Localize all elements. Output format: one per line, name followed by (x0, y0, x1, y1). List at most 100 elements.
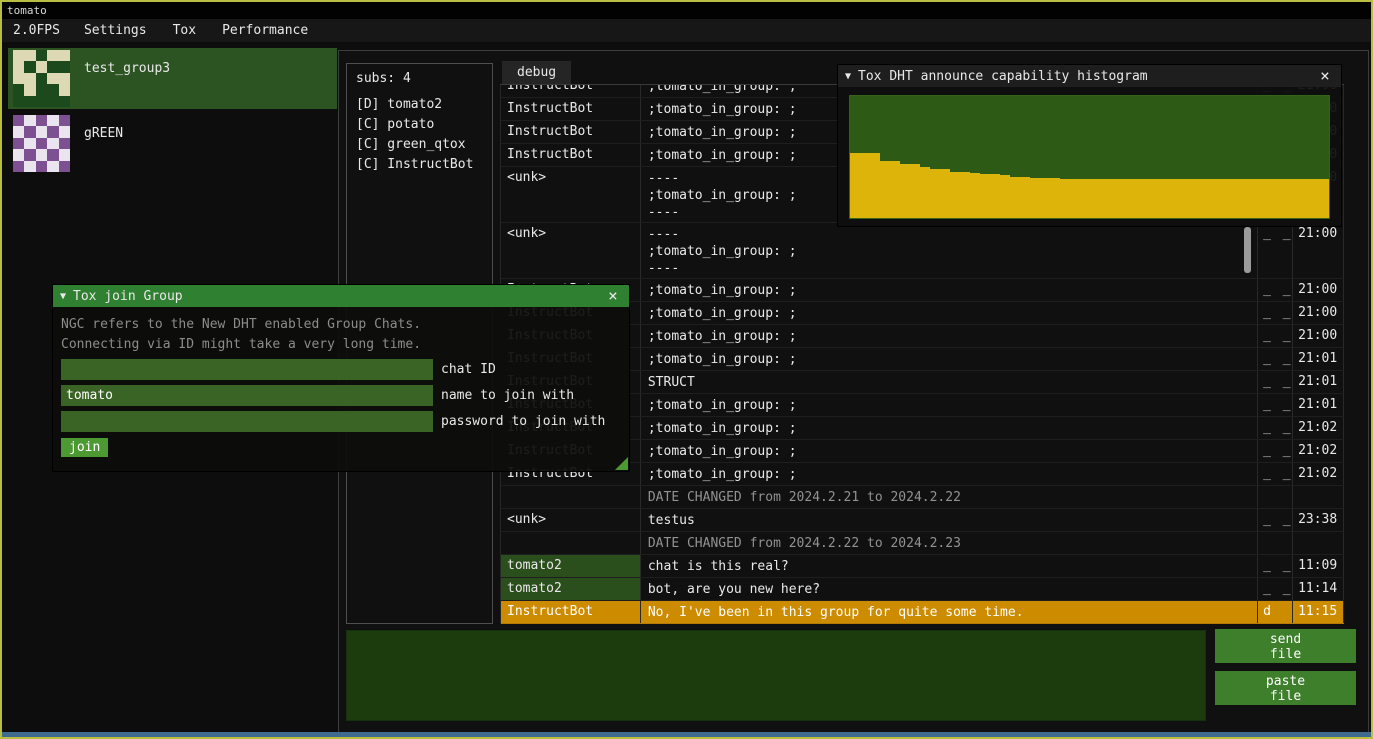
join-window-title: Tox join Group (73, 289, 597, 304)
histogram-bar (1249, 179, 1259, 218)
close-icon[interactable]: × (604, 287, 622, 305)
message-row[interactable]: tomato2bot, are you new here?_ _11:14 (501, 578, 1344, 601)
system-row: DATE CHANGED from 2024.2.21 to 2024.2.22 (501, 486, 1344, 509)
histogram-bar (1040, 178, 1050, 218)
histogram-bar (850, 153, 860, 218)
chat-scrollbar[interactable] (1244, 227, 1251, 273)
subs-member[interactable]: [C] potato (356, 115, 492, 135)
message-row[interactable]: <unk>testus_ _23:38 (501, 509, 1344, 532)
histogram-bar (940, 169, 950, 218)
chat-id-label: chat ID (441, 362, 496, 377)
histogram-bar (1239, 179, 1249, 218)
histogram-bar (1060, 179, 1070, 218)
subs-member[interactable]: [C] InstructBot (356, 155, 492, 175)
histogram-bar (1319, 179, 1329, 218)
histogram-bar (1189, 179, 1199, 218)
histogram-bar (1000, 175, 1010, 218)
sender-name-cell: <unk> (501, 509, 641, 531)
histogram-window-title: Tox DHT announce capability histogram (858, 69, 1309, 84)
join-password-input[interactable] (61, 411, 433, 432)
close-icon[interactable]: × (1316, 67, 1334, 85)
paste-file-button[interactable]: pastefile (1215, 671, 1356, 705)
histogram-bar (1179, 179, 1189, 218)
status-cell: _ _ (1258, 440, 1293, 462)
message-cell: ;tomato_in_group: ; (641, 325, 1258, 347)
menu-item-tox[interactable]: Tox (160, 23, 209, 38)
time-cell (1293, 532, 1344, 554)
sender-name-cell: InstructBot (501, 85, 641, 97)
menu-item-settings[interactable]: Settings (71, 23, 160, 38)
subs-member[interactable]: [C] green_qtox (356, 135, 492, 155)
menu-bar: 2.0FPS SettingsToxPerformance (2, 19, 1371, 42)
status-cell: _ _ (1258, 302, 1293, 324)
histogram-bar (880, 161, 890, 218)
time-cell: 11:15 (1293, 601, 1344, 623)
resize-grip[interactable] (615, 457, 628, 470)
join-button[interactable]: join (61, 438, 108, 457)
status-cell: _ _ (1258, 463, 1293, 485)
histogram-bar (860, 153, 870, 218)
histogram-bar (1259, 179, 1269, 218)
join-name-label: name to join with (441, 388, 574, 403)
histogram-bar (1140, 179, 1150, 218)
time-cell: 21:00 (1293, 279, 1344, 301)
join-name-input[interactable] (61, 385, 433, 406)
histogram-bar (870, 153, 880, 218)
join-titlebar[interactable]: ▼ Tox join Group × (53, 285, 629, 307)
menu-item-performance[interactable]: Performance (209, 23, 321, 38)
histogram-bar (980, 174, 990, 218)
message-input[interactable] (346, 630, 1206, 721)
histogram-bar (900, 164, 910, 218)
sender-name-cell: InstructBot (501, 601, 641, 623)
window-titlebar[interactable]: tomato (2, 2, 1371, 19)
status-cell: _ _ (1258, 578, 1293, 600)
message-row[interactable]: <unk>----;tomato_in_group: ;----_ _21:00 (501, 223, 1344, 279)
histogram-bar (1020, 177, 1030, 218)
status-cell: _ _ (1258, 223, 1293, 278)
group-avatar (13, 115, 70, 172)
group-name: gREEN (84, 126, 123, 141)
collapse-icon[interactable]: ▼ (60, 291, 66, 302)
histogram-bar (1309, 179, 1319, 218)
message-cell: ;tomato_in_group: ; (641, 463, 1258, 485)
time-cell: 11:14 (1293, 578, 1344, 600)
message-cell: chat is this real? (641, 555, 1258, 577)
subs-member[interactable]: [D] tomato2 (356, 95, 492, 115)
message-cell: testus (641, 509, 1258, 531)
dht-histogram-window: ▼ Tox DHT announce capability histogram … (837, 64, 1342, 227)
message-cell: ;tomato_in_group: ; (641, 279, 1258, 301)
chat-id-input[interactable] (61, 359, 433, 380)
group-item-gREEN[interactable]: gREEN (8, 113, 337, 174)
time-cell: 21:00 (1293, 302, 1344, 324)
message-row[interactable]: InstructBotNo, I've been in this group f… (501, 601, 1344, 624)
sender-name-cell: InstructBot (501, 121, 641, 143)
collapse-icon[interactable]: ▼ (845, 71, 851, 82)
histogram-bar (1219, 179, 1229, 218)
time-cell: 21:01 (1293, 371, 1344, 393)
subs-count-label: subs: 4 (347, 64, 492, 95)
tab-debug[interactable]: debug (502, 61, 571, 84)
sender-name-cell: <unk> (501, 223, 641, 278)
join-group-window: ▼ Tox join Group × NGC refers to the New… (52, 284, 630, 472)
message-cell: No, I've been in this group for quite so… (641, 601, 1258, 623)
menu-items: SettingsToxPerformance (71, 19, 321, 42)
sender-name-cell: <unk> (501, 167, 641, 222)
histogram-bar (1130, 179, 1140, 218)
send-file-button[interactable]: sendfile (1215, 629, 1356, 663)
group-name: test_group3 (84, 61, 170, 76)
histogram-bar (1289, 179, 1299, 218)
message-row[interactable]: tomato2chat is this real?_ _11:09 (501, 555, 1344, 578)
system-row: DATE CHANGED from 2024.2.22 to 2024.2.23 (501, 532, 1344, 555)
message-cell: ;tomato_in_group: ; (641, 440, 1258, 462)
sender-name-cell: InstructBot (501, 98, 641, 120)
histogram-body (838, 87, 1341, 227)
group-item-test_group3[interactable]: test_group3 (8, 48, 337, 109)
join-body: NGC refers to the New DHT enabled Group … (53, 307, 629, 471)
time-cell: 21:02 (1293, 417, 1344, 439)
join-password-label: password to join with (441, 414, 605, 429)
status-cell: _ _ (1258, 371, 1293, 393)
histogram-bar (1050, 178, 1060, 218)
histogram-bar (920, 167, 930, 218)
histogram-bar (1030, 178, 1040, 218)
histogram-titlebar[interactable]: ▼ Tox DHT announce capability histogram … (838, 65, 1341, 87)
